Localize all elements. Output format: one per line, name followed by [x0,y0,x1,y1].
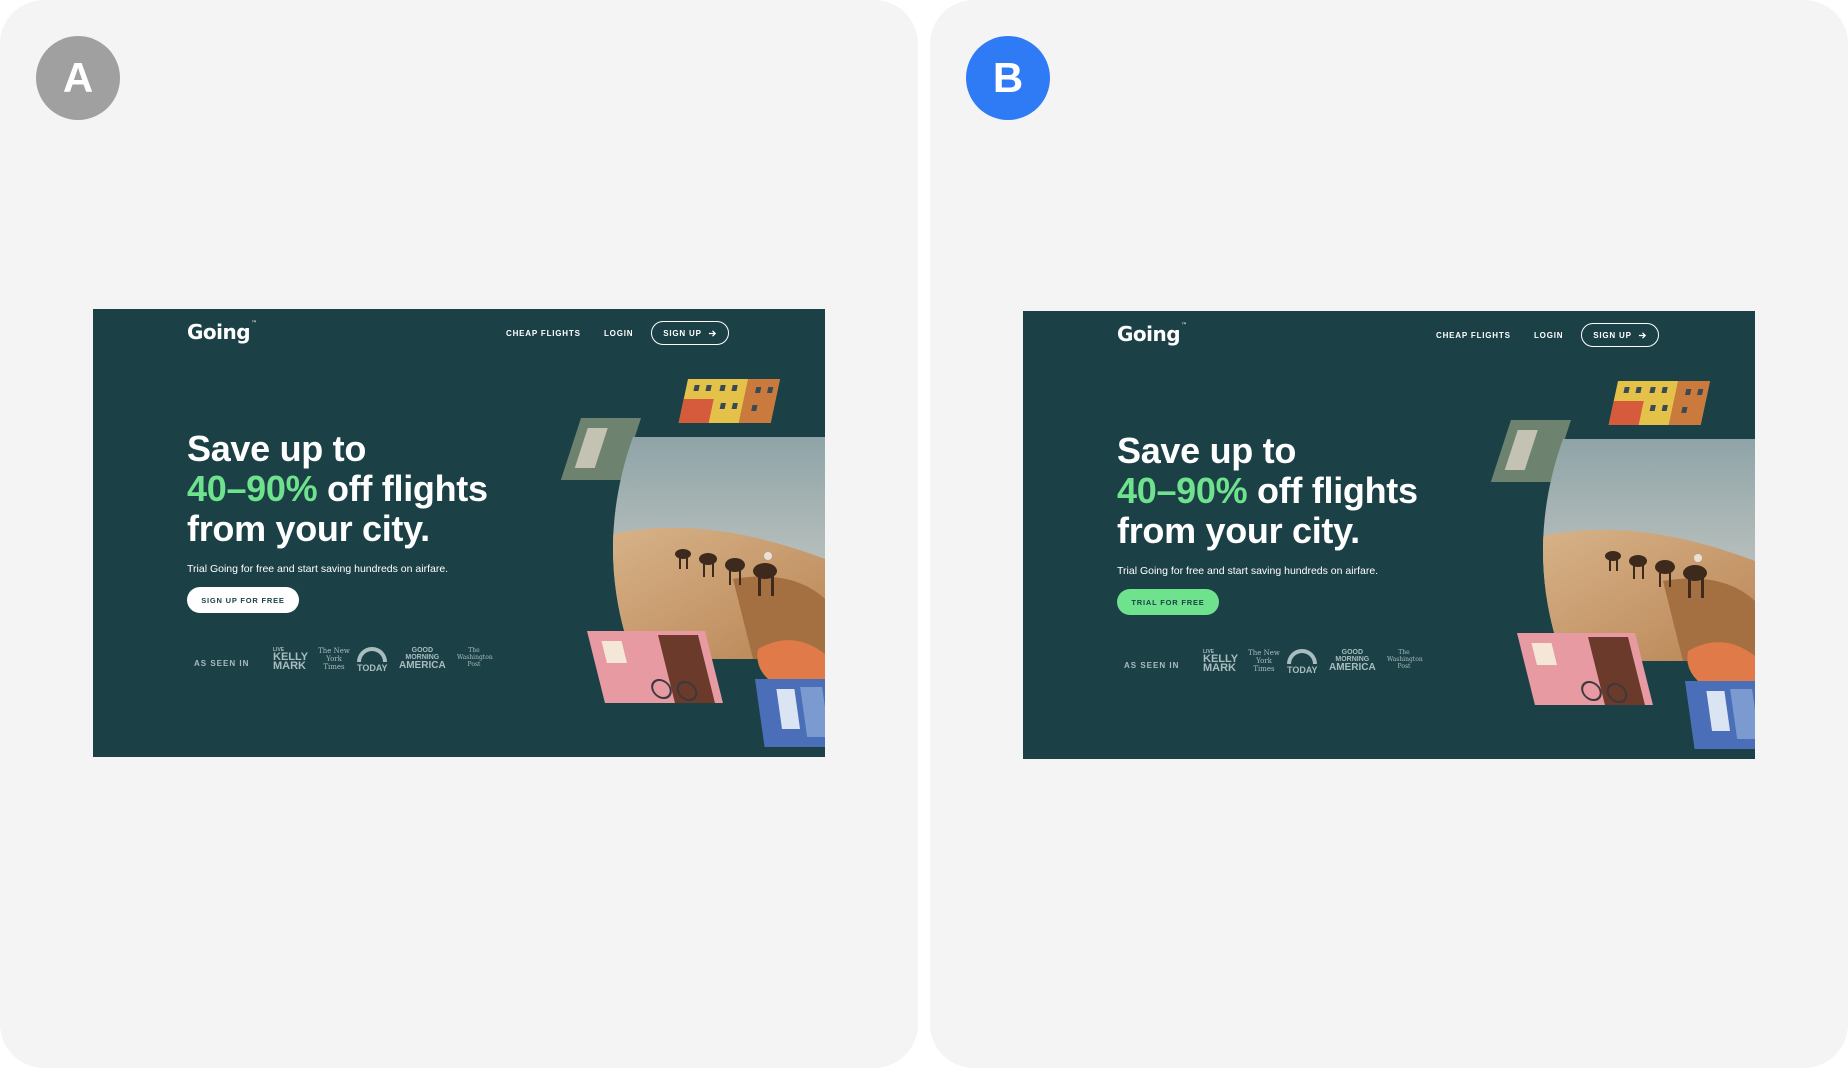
as-seen-in-label: AS SEEN IN [1124,661,1180,670]
arrow-right-icon [708,329,716,337]
building-photo [678,379,781,423]
nav-login-link[interactable]: LOGIN [604,329,633,338]
gma-logo: GOOD MORNING AMERICA [399,647,446,671]
today-logo: TODAY [1287,649,1318,675]
landing-page-screenshot-b: Going™ CHEAP FLIGHTS LOGIN SIGN UP Save … [1023,311,1755,759]
top-nav: CHEAP FLIGHTS LOGIN SIGN UP [93,321,825,347]
doorway-photo [1517,633,1653,705]
nav-cheap-flights-link[interactable]: CHEAP FLIGHTS [506,329,581,338]
headline-line1: Save up to [1117,430,1297,471]
variant-a-panel: A Going™ CHEAP FLIGHTS LOGIN SIGN UP Sav… [0,0,918,1068]
hero-subtext: Trial Going for free and start saving hu… [1117,565,1379,577]
washington-post-logo: The Washington Post [1387,649,1423,670]
today-rainbow-icon [1287,649,1318,664]
landing-page-screenshot-a: Going™ CHEAP FLIGHTS LOGIN SIGN UP Save … [93,309,825,757]
nav-signup-button[interactable]: SIGN UP [651,321,729,345]
as-seen-in-label: AS SEEN IN [194,659,250,668]
headline-line3: from your city. [187,508,430,549]
washington-post-logo: The Washington Post [457,647,493,668]
nyt-logo: The New York Times [1248,649,1280,673]
signup-label: SIGN UP [1593,330,1632,340]
blue-building-photo [755,679,825,747]
cta-button[interactable]: TRIAL FOR FREE [1117,589,1219,615]
headline-line1: Save up to [187,428,367,469]
nav-login-link[interactable]: LOGIN [1534,331,1563,340]
variant-b-panel: B Going™ CHEAP FLIGHTS LOGIN SIGN UP Sav… [930,0,1848,1068]
nav-signup-button[interactable]: SIGN UP [1581,323,1659,347]
top-nav: CHEAP FLIGHTS LOGIN SIGN UP [1023,323,1755,349]
headline-accent: 40–90% [187,468,318,509]
headline-line3: from your city. [1117,510,1360,551]
hero-headline: Save up to 40–90% off flights from your … [1117,431,1418,551]
kelly-mark-logo: LIVE KELLY MARK [1203,649,1239,674]
gma-logo: GOOD MORNING AMERICA [1329,649,1376,673]
nav-cheap-flights-link[interactable]: CHEAP FLIGHTS [1436,331,1511,340]
today-rainbow-icon [357,647,388,662]
signup-label: SIGN UP [663,328,702,338]
hero-headline: Save up to 40–90% off flights from your … [187,429,488,549]
doorway-photo [587,631,723,703]
cta-button[interactable]: SIGN UP FOR FREE [187,587,299,613]
nyt-logo: The New York Times [318,647,350,671]
headline-line2: off flights [1247,470,1418,511]
headline-line2: off flights [317,468,488,509]
kelly-mark-logo: LIVE KELLY MARK [273,647,309,672]
blue-building-photo [1685,681,1755,749]
building-photo [1608,381,1710,425]
variant-a-badge: A [36,36,120,120]
headline-accent: 40–90% [1117,470,1248,511]
variant-b-badge: B [966,36,1050,120]
today-logo: TODAY [357,647,388,673]
hero-subtext: Trial Going for free and start saving hu… [187,563,449,575]
arrow-right-icon [1638,331,1646,339]
